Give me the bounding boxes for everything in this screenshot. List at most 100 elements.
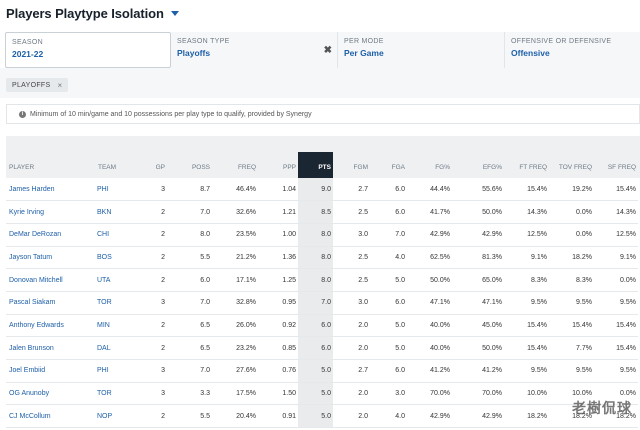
team-link[interactable]: CHI [95, 223, 145, 247]
table-row: OG Anunoby TOR 3 3.3 17.5% 1.50 5.0 2.0 3.0 70.0%… [6, 382, 638, 406]
playoffs-filter-chip[interactable]: PLAYOFFS × [6, 78, 69, 92]
stat-cell-ft-freq: 15.4% [504, 178, 549, 202]
stat-cell-fgm: 2.0 [333, 382, 370, 406]
team-link[interactable]: PHI [95, 359, 145, 383]
team-link[interactable]: DAL [95, 336, 145, 360]
chevron-down-icon[interactable] [170, 10, 179, 16]
stat-cell-fga: 6.0 [370, 291, 407, 315]
stat-cell-fgm: 2.5 [333, 268, 370, 292]
stat-cell-fgm: 2.5 [333, 246, 370, 270]
stat-cell-poss: 5.5 [167, 246, 212, 270]
team-link[interactable]: BKN [95, 200, 145, 224]
stat-cell-fgm: 2.7 [333, 178, 370, 202]
stat-cell-freq: 21.2% [212, 246, 258, 270]
team-link[interactable]: PHI [95, 178, 145, 202]
player-link[interactable]: OG Anunoby [6, 382, 95, 406]
stat-cell-fgm: 2.0 [333, 336, 370, 360]
player-link[interactable]: Jalen Brunson [6, 336, 95, 360]
stat-cell-ft-freq: 14.3% [504, 200, 549, 224]
filter-label: SEASON TYPE [177, 38, 230, 45]
stat-cell-poss: 6.0 [167, 268, 212, 292]
column-header-fga[interactable]: FGA [370, 152, 407, 178]
qualification-notice: i Minimum of 10 min/game and 10 possessi… [6, 104, 640, 124]
column-header-player[interactable]: PLAYER [6, 152, 95, 178]
player-link[interactable]: Anthony Edwards [6, 314, 95, 338]
filter-value: Playoffs [177, 48, 211, 58]
stat-cell-ft-freq: 9.5% [504, 291, 549, 315]
team-link[interactable]: TOR [95, 291, 145, 315]
column-header-pts[interactable]: PTS [298, 152, 333, 178]
stat-cell-freq: 32.8% [212, 291, 258, 315]
stat-cell-fg-: 47.1% [407, 291, 452, 315]
stat-cell-freq: 32.6% [212, 200, 258, 224]
stat-cell-tov-freq: 0.0% [549, 200, 594, 224]
stat-cell-freq: 26.0% [212, 314, 258, 338]
column-header-fg[interactable]: FG% [407, 152, 452, 178]
stat-cell-ppp: 1.21 [258, 200, 298, 224]
column-header-poss[interactable]: POSS [167, 152, 212, 178]
team-link[interactable]: UTA [95, 268, 145, 292]
team-link[interactable]: BOS [95, 246, 145, 270]
column-header-tov-freq[interactable]: TOV FREQ [549, 152, 594, 178]
player-link[interactable]: CJ McCollum [6, 404, 95, 429]
watermark-text: 老樹侃球 [572, 400, 632, 416]
team-link[interactable]: MIN [95, 314, 145, 338]
stat-cell-gp: 2 [145, 223, 167, 247]
player-link[interactable]: Donovan Mitchell [6, 268, 95, 292]
stat-cell-pts: 5.0 [298, 382, 333, 406]
close-icon[interactable]: × [57, 81, 62, 90]
stat-cell-sf-freq: 15.4% [594, 314, 638, 338]
table-body: James Harden PHI 3 8.7 46.4% 1.04 9.0 2.7 6.0 44.… [6, 178, 638, 429]
table-row: Joel Embiid PHI 3 7.0 27.6% 0.76 5.0 2.7 6.0 41.2… [6, 359, 638, 383]
column-header-fgm[interactable]: FGM [333, 152, 370, 178]
filter-bar: SEASON 2021-22 SEASON TYPE Playoffs ✖ PE… [0, 32, 640, 68]
stat-cell-gp: 3 [145, 382, 167, 406]
per-mode-filter[interactable]: PER MODE Per Game [338, 32, 505, 68]
season-type-filter[interactable]: SEASON TYPE Playoffs ✖ [171, 32, 338, 68]
stat-cell-gp: 2 [145, 404, 167, 429]
stat-cell-ppp: 0.85 [258, 336, 298, 360]
column-header-gp[interactable]: GP [145, 152, 167, 178]
stat-cell-tov-freq: 8.3% [549, 268, 594, 292]
player-link[interactable]: Jayson Tatum [6, 246, 95, 270]
stat-cell-fga: 4.0 [370, 246, 407, 270]
table-row: Donovan Mitchell UTA 2 6.0 17.1% 1.25 8.0 2.5 5.… [6, 268, 638, 292]
season-filter[interactable]: SEASON 2021-22 [5, 32, 171, 68]
stat-cell-poss: 6.5 [167, 314, 212, 338]
stat-cell-ft-freq: 18.2% [504, 404, 549, 429]
stat-cell-sf-freq: 14.3% [594, 200, 638, 224]
stat-cell-pts: 6.0 [298, 336, 333, 360]
stat-cell-freq: 23.5% [212, 223, 258, 247]
chip-label: PLAYOFFS [12, 81, 51, 89]
column-header-ppp[interactable]: PPP [258, 152, 298, 178]
stat-cell-fga: 5.0 [370, 336, 407, 360]
offense-defense-filter[interactable]: OFFENSIVE OR DEFENSIVE Offensive [505, 32, 640, 68]
stat-cell-efg-: 81.3% [452, 246, 504, 270]
column-header-sf-freq[interactable]: SF FREQ [594, 152, 638, 178]
column-header-efg[interactable]: EFG% [452, 152, 504, 178]
column-header-team[interactable]: TEAM [95, 152, 145, 178]
player-link[interactable]: Joel Embiid [6, 359, 95, 383]
stat-cell-pts: 8.5 [298, 200, 333, 224]
team-link[interactable]: TOR [95, 382, 145, 406]
player-link[interactable]: DeMar DeRozan [6, 223, 95, 247]
player-link[interactable]: Pascal Siakam [6, 291, 95, 315]
close-icon[interactable]: ✖ [324, 45, 332, 56]
stats-table-container: PLAYER TEAM GP POSS FREQ PPP PTS FGM FGA FG% EFG% F… [6, 128, 640, 430]
stat-cell-efg-: 42.9% [452, 404, 504, 429]
team-link[interactable]: NOP [95, 404, 145, 429]
active-filters-band [0, 68, 640, 98]
stat-cell-fga: 5.0 [370, 314, 407, 338]
player-link[interactable]: Kyrie Irving [6, 200, 95, 224]
player-link[interactable]: James Harden [6, 178, 95, 202]
column-header-freq[interactable]: FREQ [212, 152, 258, 178]
stat-cell-ft-freq: 10.0% [504, 382, 549, 406]
stat-cell-gp: 2 [145, 246, 167, 270]
stat-cell-efg-: 65.0% [452, 268, 504, 292]
stat-cell-pts: 8.0 [298, 223, 333, 247]
stat-cell-fg-: 42.9% [407, 223, 452, 247]
stats-table: PLAYER TEAM GP POSS FREQ PPP PTS FGM FGA FG% EFG% F… [6, 152, 638, 429]
stat-cell-fga: 5.0 [370, 268, 407, 292]
stat-cell-efg-: 47.1% [452, 291, 504, 315]
column-header-ft-freq[interactable]: FT FREQ [504, 152, 549, 178]
